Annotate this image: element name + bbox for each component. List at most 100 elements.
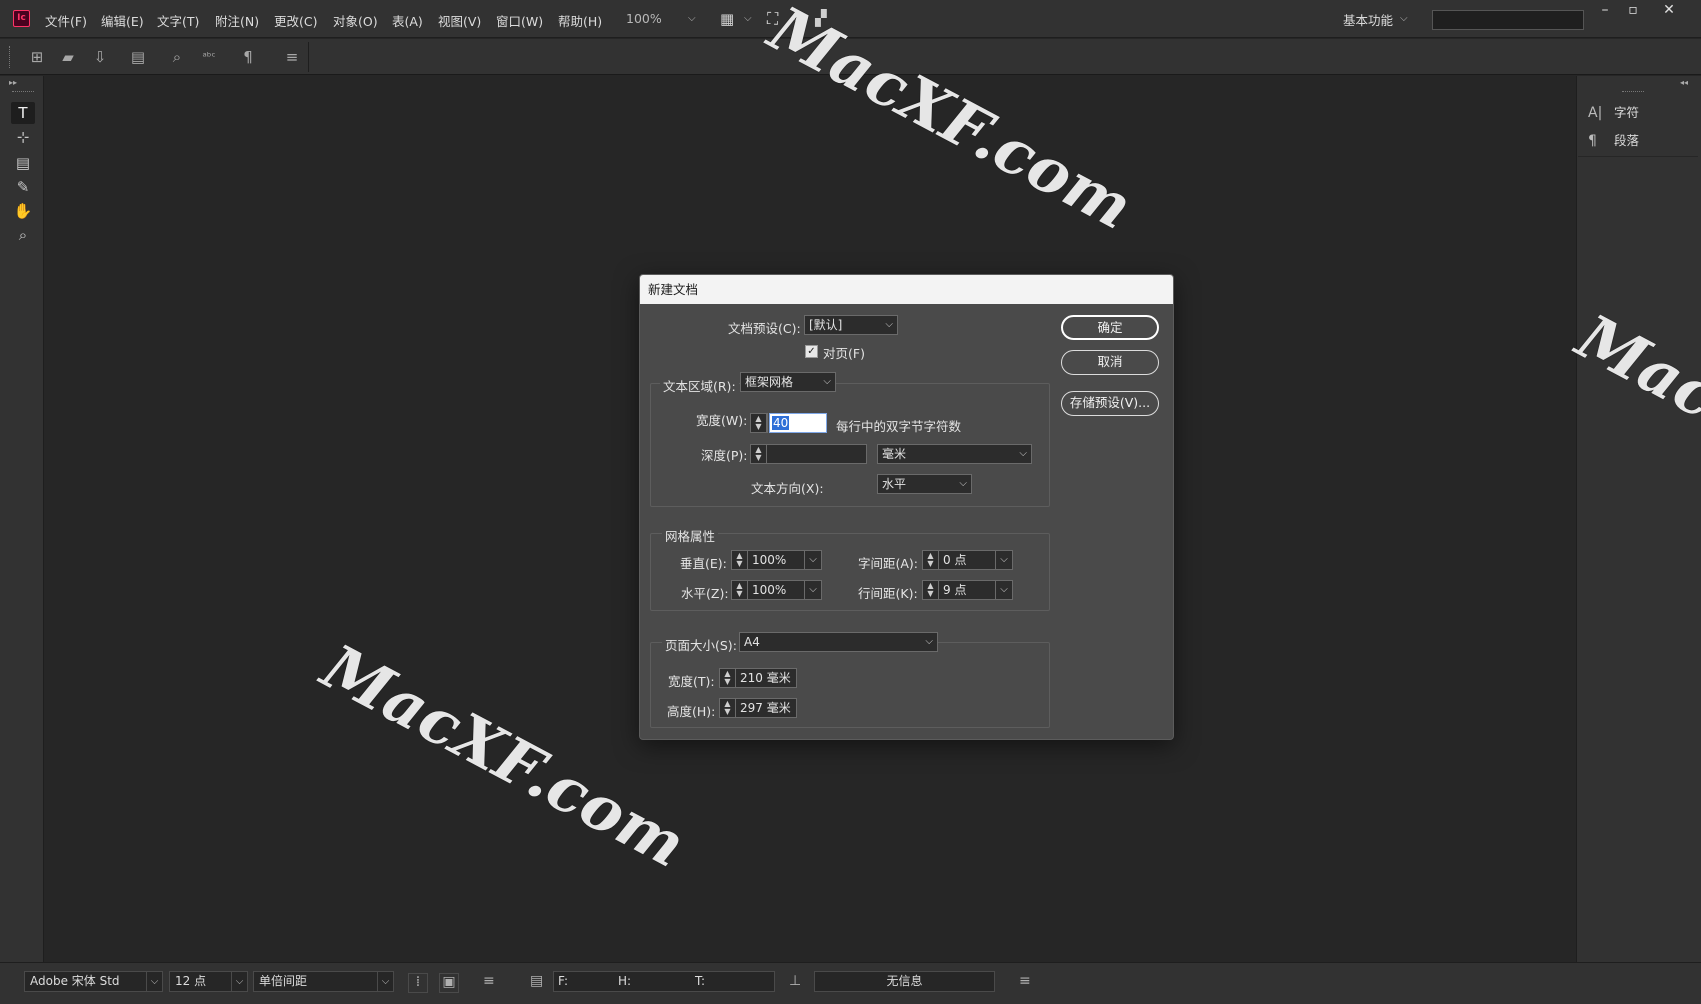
text-frame-icon[interactable]: ▣ [439,973,459,993]
spell-check-icon[interactable]: ᵃᵇᶜ [199,47,219,67]
page-width-label: 宽度(T): [668,674,715,689]
width-unit-text: 每行中的双字节字符数 [836,419,962,434]
preset-select[interactable]: [默认] ⌵ [804,315,898,335]
width-stepper[interactable]: ▲ ▼ [750,413,768,433]
page-width-input[interactable]: ▲ ▼ 210 毫米 [719,668,797,688]
status-menu-icon[interactable]: ≡ [483,973,495,989]
page-height-label: 高度(H): [667,704,716,719]
maximize-icon[interactable]: ▫ [1624,2,1642,18]
zoom-level[interactable]: 100% [626,11,662,26]
chevron-down-icon: ⌵ [804,581,821,599]
collapse-tools-icon[interactable]: ▸▸ [9,78,17,87]
horizontal-scale-input[interactable]: ▲ ▼ 100% ⌵ [731,580,822,600]
chevron-down-icon: ⌵ [995,581,1012,599]
print-icon[interactable]: ▤ [128,47,148,67]
view-options-chevron-down-icon[interactable]: ⌵ [744,13,752,24]
note-tool-icon[interactable]: ▤ [11,152,35,174]
chevron-down-icon: ⌵ [1019,448,1027,459]
toolbar-menu-icon[interactable]: ≡ [282,47,302,67]
menu-table[interactable]: 表(A) [392,11,423,30]
horizontal-scale-label: 水平(Z): [681,586,729,601]
cancel-button[interactable]: 取消 [1061,350,1159,375]
save-icon[interactable]: ⇩ [90,47,110,67]
frame-info-field: F: H: T: [553,971,775,992]
page-size-select[interactable]: A4 ⌵ [739,632,938,652]
char-spacing-input[interactable]: ▲ ▼ 0 点 ⌵ [922,550,1013,570]
new-document-dialog: 新建文档 文档预设(C): [默认] ⌵ ✓ 对页(F) 文本区域(R): 框架网… [639,274,1174,740]
page-height-input[interactable]: ▲ ▼ 297 毫米 [719,698,797,718]
status-options-icon[interactable]: ≡ [1019,973,1031,989]
text-area-select[interactable]: 框架网格 ⌵ [740,372,836,392]
workspace-switcher[interactable]: 基本功能 [1343,10,1393,29]
vertical-scale-input[interactable]: ▲ ▼ 100% ⌵ [731,550,822,570]
chevron-down-icon: ⌵ [959,478,967,489]
grid-tool-icon[interactable]: ⊹ [11,126,35,148]
info-status: 无信息 [814,971,995,992]
collapse-panel-icon[interactable]: ◂◂ [1680,78,1688,87]
chevron-down-icon: ⌵ [823,376,831,387]
stepper-arrows-icon: ▲ ▼ [732,551,748,569]
text-direction-select[interactable]: 水平 ⌵ [877,474,972,494]
menu-edit[interactable]: 编辑(E) [101,11,144,30]
menu-file[interactable]: 文件(F) [45,11,87,30]
menu-changes[interactable]: 更改(C) [274,11,317,30]
page-size-label: 页面大小(S): [662,635,740,654]
vertical-scale-label: 垂直(E): [680,556,727,571]
toolbar-grip[interactable] [9,46,12,68]
line-spacing-input[interactable]: ▲ ▼ 9 点 ⌵ [922,580,1013,600]
save-preset-button[interactable]: 存储预设(V)... [1061,391,1159,416]
view-options-icon[interactable]: ▦ [720,10,734,28]
width-label: 宽度(W): [696,413,748,428]
line-spacing-select[interactable]: 单倍间距 ⌵ [253,971,394,992]
font-family-select[interactable]: Adobe 宋体 Std ⌵ [24,971,163,992]
menu-type[interactable]: 文字(T) [157,11,199,30]
depth-input[interactable]: ▲ ▼ [750,444,867,464]
font-size-select[interactable]: 12 点 ⌵ [169,971,248,992]
preset-label: 文档预设(C): [728,321,801,336]
find-icon[interactable]: ⌕ [167,47,187,67]
new-document-icon[interactable]: ⊞ [27,47,47,67]
menu-view[interactable]: 视图(V) [438,11,481,30]
zoom-chevron-down-icon[interactable]: ⌵ [688,13,696,24]
preflight-icon[interactable]: ⊥ [789,973,801,989]
eyedropper-tool-icon[interactable]: ✎ [11,176,35,198]
chevron-down-icon: ⌵ [995,551,1012,569]
menu-help[interactable]: 帮助(H) [558,11,602,30]
panel-item-paragraph[interactable]: ¶ 段落 [1588,130,1639,149]
hand-tool-icon[interactable]: ✋ [11,200,35,222]
grid-properties-heading: 网格属性 [662,526,719,545]
document-grid-icon[interactable]: ▤ [530,973,543,989]
depth-label: 深度(P): [701,448,748,463]
type-tool-icon[interactable]: T [11,102,35,124]
zoom-tool-icon[interactable]: ⌕ [11,224,35,246]
pilcrow-icon[interactable]: ¶ [238,47,258,67]
ok-button[interactable]: 确定 [1061,315,1159,340]
panel-item-label: 字符 [1614,105,1640,120]
stepper-arrows-icon: ▲ ▼ [732,581,748,599]
menu-window[interactable]: 窗口(W) [496,11,543,30]
vertical-text-icon[interactable]: ⁞ [408,973,428,993]
stepper-arrows-icon: ▲ ▼ [923,581,939,599]
tools-grip[interactable] [12,91,34,92]
open-folder-icon[interactable]: ▰ [58,47,78,67]
facing-pages-checkbox[interactable]: ✓ [805,345,818,358]
menu-notes[interactable]: 附注(N) [215,11,259,30]
dialog-title[interactable]: 新建文档 [640,275,1173,304]
text-direction-label: 文本方向(X): [751,481,824,496]
panel-divider [1578,156,1698,157]
stepper-arrows-icon: ▲ ▼ [751,445,767,463]
right-panel [1576,76,1701,962]
facing-pages-label[interactable]: 对页(F) [823,343,865,362]
line-spacing-label: 行间距(K): [858,586,918,601]
menu-object[interactable]: 对象(O) [333,11,378,30]
panel-grip[interactable] [1622,91,1644,92]
workspace-chevron-down-icon[interactable]: ⌵ [1400,13,1408,24]
minimize-icon[interactable]: – [1596,2,1614,18]
depth-unit-select[interactable]: 毫米 ⌵ [877,444,1032,464]
search-input[interactable] [1432,10,1584,30]
toolbar-divider [308,42,309,72]
paragraph-icon: ¶ [1588,133,1597,149]
close-icon[interactable]: ✕ [1660,2,1678,18]
width-input[interactable]: 40 [769,413,827,433]
panel-item-character[interactable]: A| 字符 [1588,102,1639,121]
